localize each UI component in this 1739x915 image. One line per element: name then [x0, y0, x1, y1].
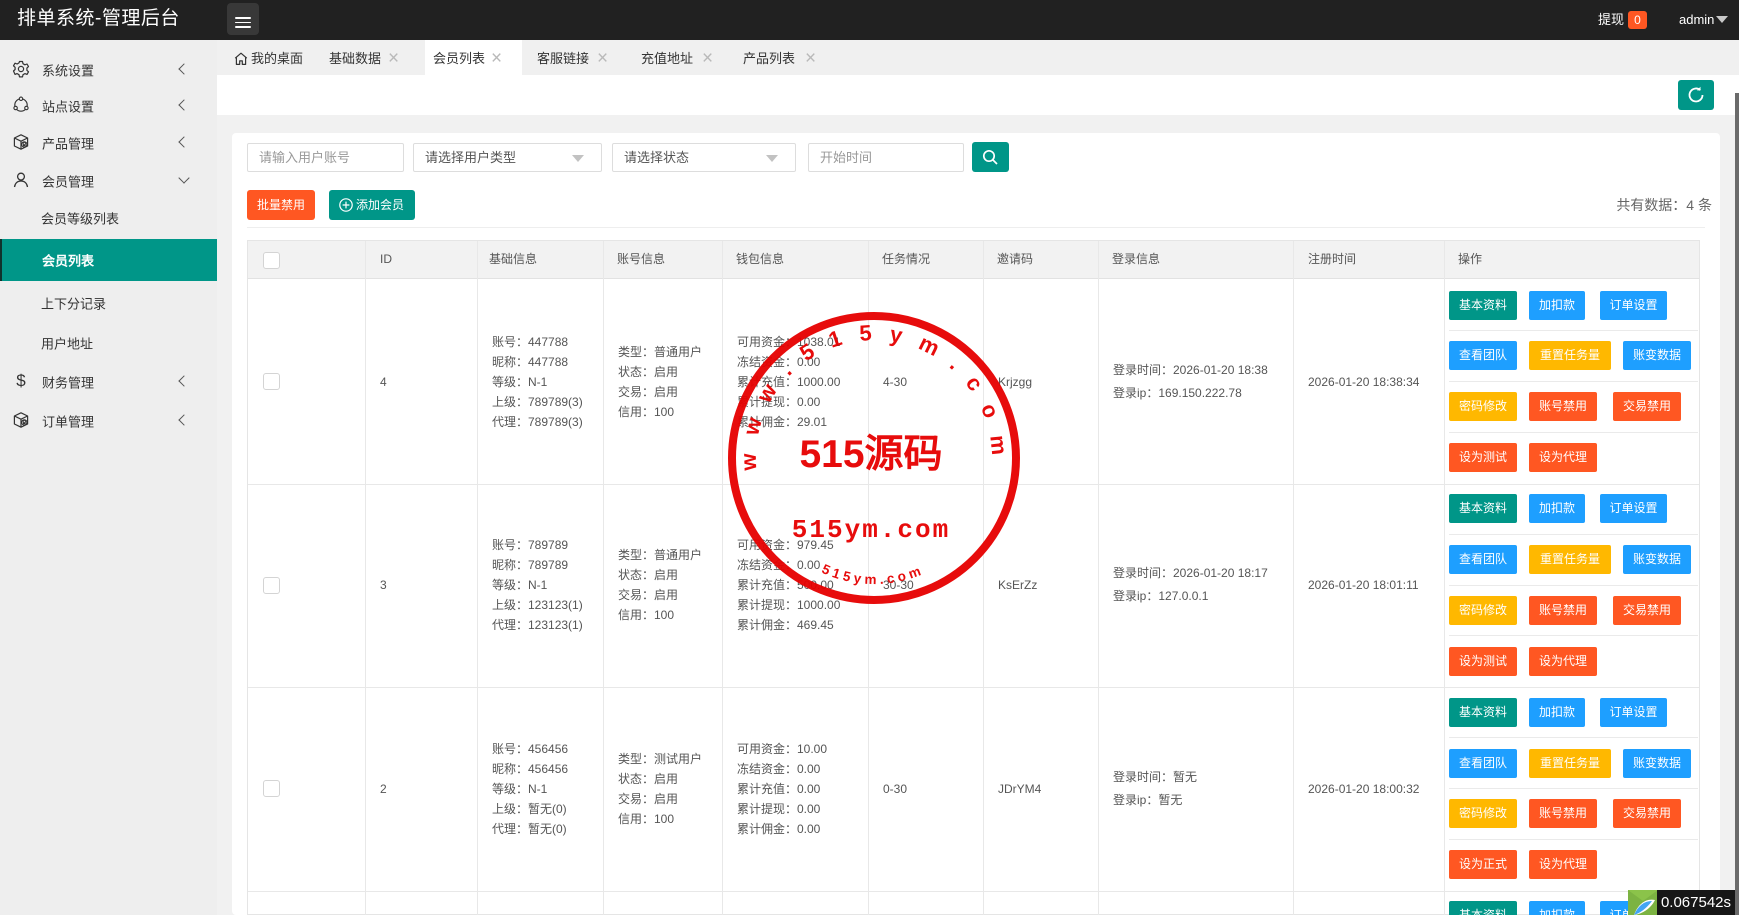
- svg-text:515源码: 515源码: [799, 433, 942, 476]
- svg-text:515ym.com: 515ym.com: [792, 515, 950, 545]
- svg-text:5 1 5 y m . c o m: 5 1 5 y m . c o m: [820, 561, 923, 587]
